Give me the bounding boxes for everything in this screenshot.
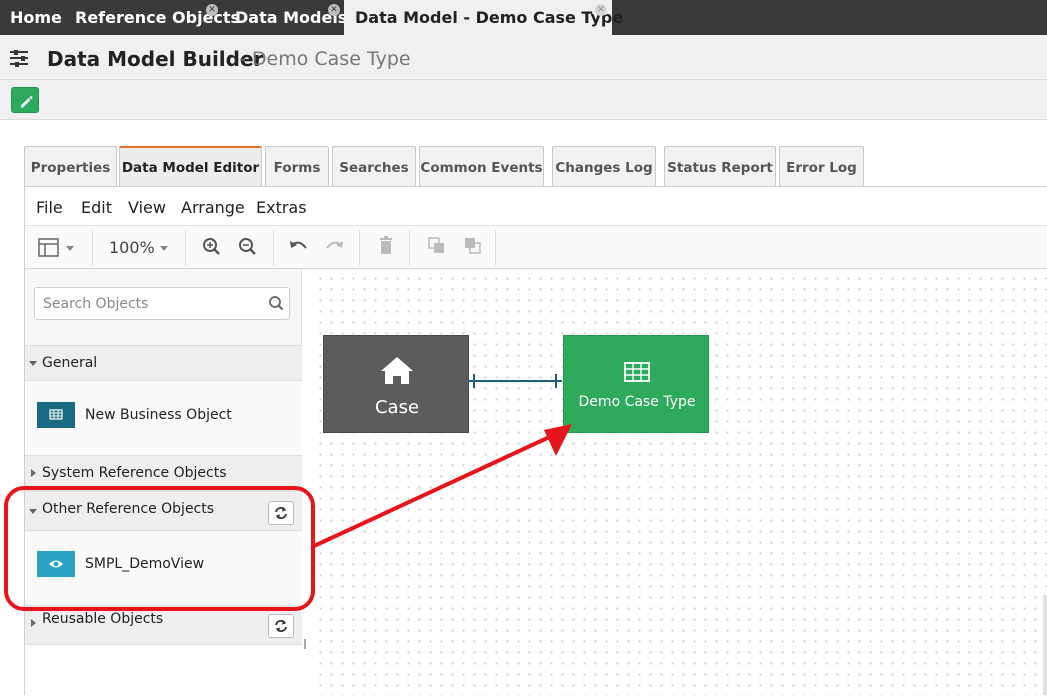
- list-item-smpl-demoview[interactable]: SMPL_DemoView: [25, 531, 302, 605]
- tab-properties[interactable]: Properties: [24, 146, 117, 186]
- close-icon[interactable]: ✕: [595, 4, 607, 16]
- top-tab-home-label: Home: [10, 8, 62, 27]
- menu-view[interactable]: View: [128, 198, 166, 217]
- bring-to-front-icon: [428, 237, 444, 253]
- menu-extras[interactable]: Extras: [256, 198, 307, 217]
- diagram-canvas[interactable]: Case Demo Case Type: [311, 269, 1047, 696]
- tab-error-log-label: Error Log: [786, 160, 857, 176]
- toolbar-separator: [495, 230, 496, 266]
- editor-icon-toolbar: 100%: [25, 225, 1047, 269]
- toolbar-separator: [185, 230, 186, 266]
- top-tab-data-model-demo-label: Data Model - Demo Case Type: [355, 8, 624, 27]
- trash-icon: [380, 236, 392, 254]
- group-reusable-label: Reusable Objects: [42, 611, 164, 627]
- redo-button[interactable]: [322, 226, 346, 270]
- list-item-label: New Business Object: [85, 407, 232, 423]
- toolbar-separator: [359, 230, 360, 266]
- tab-status-report[interactable]: Status Report: [664, 146, 776, 186]
- tab-data-model-editor-label: Data Model Editor: [121, 160, 260, 176]
- search-icon[interactable]: [267, 294, 287, 314]
- top-tab-reference-objects[interactable]: Reference Objects ✕: [62, 0, 240, 35]
- demo-case-type-node[interactable]: Demo Case Type: [563, 335, 709, 433]
- objects-sidebar: General New Business Object System Refer…: [25, 269, 302, 696]
- tab-properties-label: Properties: [30, 160, 111, 176]
- chevron-down-icon: [160, 246, 168, 251]
- menu-edit[interactable]: Edit: [81, 198, 112, 217]
- group-reusable-objects[interactable]: Reusable Objects: [25, 605, 302, 645]
- group-general[interactable]: General: [25, 345, 302, 381]
- undo-icon: [290, 241, 307, 249]
- delete-button[interactable]: [375, 226, 397, 270]
- to-front-button[interactable]: [425, 226, 447, 270]
- edit-button[interactable]: [11, 87, 39, 113]
- tab-data-model-editor[interactable]: Data Model Editor: [119, 146, 262, 186]
- group-other-reference-label: Other Reference Objects: [42, 501, 215, 517]
- action-toolbar: [0, 80, 1047, 120]
- list-item-new-business-object[interactable]: New Business Object: [25, 381, 302, 455]
- case-node[interactable]: Case: [323, 335, 469, 433]
- search-input[interactable]: [35, 288, 260, 319]
- menu-arrange[interactable]: Arrange: [181, 198, 245, 217]
- tab-changes-log-label: Changes Log: [555, 160, 653, 176]
- page-subtitle: - Demo Case Type: [239, 48, 411, 70]
- close-icon[interactable]: ✕: [206, 4, 218, 16]
- search-box: [34, 287, 290, 320]
- refresh-icon: [275, 507, 287, 519]
- list-item-label: SMPL_DemoView: [85, 556, 205, 572]
- editor-menubar: File Edit View Arrange Extras: [25, 187, 1047, 225]
- caret-down-icon: [29, 361, 37, 366]
- toolbar-separator: [409, 230, 410, 266]
- page-title: Data Model Builder: [47, 47, 264, 71]
- menu-file[interactable]: File: [36, 198, 63, 217]
- sidebar-empty-area: [25, 645, 302, 696]
- top-tab-data-models[interactable]: Data Models ✕: [222, 0, 347, 35]
- tab-status-report-label: Status Report: [667, 160, 773, 176]
- refresh-icon: [275, 620, 287, 632]
- scrollbar[interactable]: [1043, 595, 1047, 695]
- panel-layout-button[interactable]: [35, 226, 80, 270]
- toolbar-separator: [273, 230, 274, 266]
- pencil-icon: [21, 95, 33, 108]
- tab-changes-log[interactable]: Changes Log: [552, 146, 656, 186]
- caret-right-icon: [31, 469, 36, 477]
- layout-panels-icon: [38, 238, 74, 257]
- close-icon[interactable]: ✕: [328, 4, 340, 16]
- refresh-button[interactable]: [268, 614, 294, 638]
- group-system-reference-objects[interactable]: System Reference Objects: [25, 455, 302, 491]
- table-icon: [37, 402, 75, 428]
- case-node-label: Case: [374, 397, 420, 418]
- zoom-select[interactable]: 100%: [105, 226, 175, 270]
- group-other-reference-objects[interactable]: Other Reference Objects: [25, 491, 302, 531]
- zoom-out-icon: [239, 238, 256, 255]
- redo-icon: [326, 241, 343, 249]
- demo-case-type-node-label: Demo Case Type: [578, 394, 696, 410]
- zoom-in-icon: [203, 238, 220, 255]
- eye-icon: [37, 551, 75, 577]
- tab-error-log[interactable]: Error Log: [779, 146, 864, 186]
- to-back-button[interactable]: [461, 226, 483, 270]
- group-general-label: General: [42, 355, 98, 371]
- group-system-reference-label: System Reference Objects: [42, 465, 227, 481]
- caret-right-icon: [31, 619, 36, 627]
- zoom-in-button[interactable]: [199, 226, 225, 270]
- undo-button[interactable]: [287, 226, 311, 270]
- send-to-back-icon: [465, 238, 481, 254]
- settings-sliders-icon[interactable]: [10, 50, 28, 67]
- caret-down-icon: [29, 509, 37, 514]
- tab-forms-label: Forms: [273, 160, 321, 176]
- tab-searches[interactable]: Searches: [332, 146, 416, 186]
- tab-common-events[interactable]: Common Events: [419, 146, 544, 186]
- tab-searches-label: Searches: [339, 160, 409, 176]
- top-tab-bar: Home Reference Objects ✕ Data Models ✕ D…: [0, 0, 1047, 35]
- top-tab-data-model-demo[interactable]: Data Model - Demo Case Type ✕: [344, 0, 623, 35]
- tab-common-events-label: Common Events: [420, 160, 543, 176]
- top-tab-home[interactable]: Home: [0, 0, 62, 35]
- page-header: Data Model Builder - Demo Case Type: [0, 35, 1047, 80]
- resize-handle[interactable]: [304, 639, 306, 649]
- toolbar-separator: [92, 230, 93, 266]
- tab-forms[interactable]: Forms: [265, 146, 329, 186]
- diagram-editor: File Edit View Arrange Extras 100% Searc…: [24, 186, 1047, 696]
- zoom-out-button[interactable]: [235, 226, 261, 270]
- refresh-button[interactable]: [268, 501, 294, 525]
